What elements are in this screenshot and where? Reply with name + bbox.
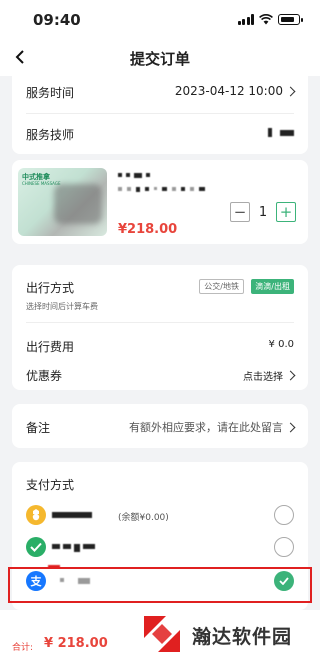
nav-bar: 提交订单 [0, 40, 320, 76]
technician-value[interactable] [268, 128, 294, 137]
divider [26, 113, 294, 114]
service-time-value[interactable]: 2023-04-12 10:00 [174, 84, 296, 98]
payment-radio-balance[interactable] [274, 505, 294, 525]
travel-fee-label: 出行费用 [26, 340, 75, 354]
total-value: ¥ 218.00 [44, 636, 108, 651]
watermark-text: 瀚达软件园 [192, 626, 293, 648]
chevron-right-icon [285, 370, 296, 381]
product-desc-blurred [118, 187, 205, 192]
chevron-right-icon [285, 422, 296, 432]
balance-method-name-blurred [52, 512, 92, 518]
page-title: 提交订单 [129, 50, 190, 68]
selection-highlight-box [8, 567, 312, 603]
travel-option-bus[interactable]: 公交/地铁 [199, 279, 244, 294]
technician-name-blurred [280, 129, 294, 136]
chevron-right-icon [285, 86, 296, 96]
travel-label: 出行方式 [26, 281, 75, 295]
wechat-pay-icon [26, 537, 46, 557]
remark-card[interactable]: 备注 有额外相应要求，请在此处留言 [12, 404, 308, 448]
product-price: ¥218.00 [118, 222, 178, 237]
wechat-method-name-blurred [52, 544, 95, 552]
service-time-text: 2023-04-12 10:00 [174, 84, 283, 98]
product-card: 中式推拿 CHINESE MASSAGE ¥218.00 − 1 + [12, 160, 308, 244]
travel-card: 出行方式 公交/地铁 滴滴/出租 选择时间后计算车费 出行费用 ¥ 0.0 优惠… [12, 265, 308, 390]
status-time: 09:40 [33, 11, 81, 29]
balance-note: (余额¥0.00) [118, 513, 169, 523]
coupon-selector[interactable]: 点击选择 [243, 368, 296, 383]
thumb-subtitle: CHINESE MASSAGE [22, 181, 61, 186]
status-bar: 09:40 [0, 0, 320, 40]
service-card: 服务时间 2023-04-12 10:00 服务技师 [12, 76, 308, 154]
coupon-action: 点击选择 [243, 372, 283, 383]
technician-name-blurred [268, 128, 272, 137]
payment-radio-wechat[interactable] [274, 537, 294, 557]
decrease-button[interactable]: − [230, 202, 250, 222]
travel-hint: 选择时间后计算车费 [26, 302, 98, 311]
balance-wallet-icon [26, 505, 46, 525]
travel-option-taxi[interactable]: 滴滴/出租 [251, 279, 294, 294]
quantity-value[interactable]: 1 [250, 205, 276, 220]
product-name-blurred [118, 173, 150, 178]
thumb-image [54, 184, 102, 224]
bottom-bar: 合计: ¥ 218.00 瀚达软件园 [0, 610, 320, 656]
payment-method-wechat[interactable] [12, 534, 308, 560]
total-label: 合计: [12, 643, 34, 653]
technician-label: 服务技师 [26, 128, 75, 142]
divider [26, 322, 294, 323]
signal-icon [237, 14, 254, 25]
product-thumbnail: 中式推拿 CHINESE MASSAGE [18, 168, 107, 236]
coupon-label: 优惠券 [26, 369, 63, 383]
travel-fee-value: ¥ 0.0 [268, 339, 294, 350]
increase-button[interactable]: + [276, 202, 296, 222]
remark-placeholder: 有额外相应要求，请在此处留言 [129, 421, 283, 434]
payment-label: 支付方式 [26, 478, 75, 492]
wifi-icon [259, 14, 273, 25]
quantity-stepper: − 1 + [230, 202, 296, 222]
battery-icon [278, 14, 303, 25]
service-time-label: 服务时间 [26, 86, 75, 100]
status-icons [237, 14, 303, 25]
watermark-logo-icon [144, 616, 180, 652]
remark-input[interactable]: 有额外相应要求，请在此处留言 [129, 419, 296, 435]
remark-label: 备注 [26, 421, 51, 435]
payment-method-balance[interactable]: (余额¥0.00) [12, 502, 308, 528]
